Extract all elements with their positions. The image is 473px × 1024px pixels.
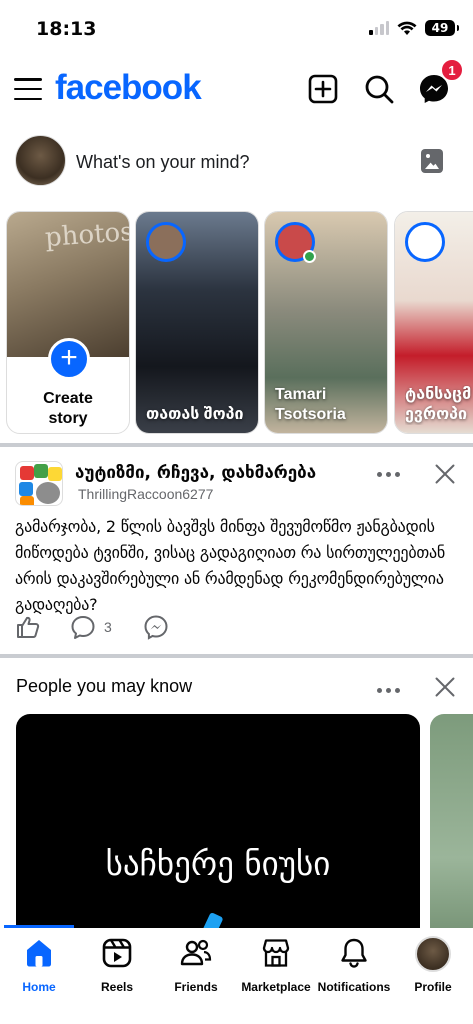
stories-tray: photos + Create story თათას შოპი Tamari …	[0, 211, 473, 435]
battery-level: 49	[431, 21, 449, 35]
suggestion-card[interactable]: საჩხერე ნიუსი	[16, 714, 420, 930]
bottom-tab-bar: Home Reels Friends Marketplace Notificat…	[0, 928, 473, 1024]
like-icon	[17, 616, 40, 638]
reels-icon	[102, 938, 132, 968]
create-story-photo: photos	[7, 212, 129, 357]
messenger-badge: 1	[440, 58, 464, 82]
close-icon[interactable]	[434, 676, 456, 698]
tab-label: Profile	[414, 980, 452, 994]
story-card[interactable]: ტანსაცმ ევროპი	[394, 211, 473, 434]
battery-indicator: 49	[425, 20, 459, 36]
top-nav: facebook	[0, 62, 473, 118]
messenger-share-icon	[144, 615, 168, 640]
online-status-icon	[303, 250, 316, 263]
comment-count: 3	[104, 619, 112, 635]
create-story-label: Create story	[43, 390, 93, 427]
story-name: თათას შოპი	[146, 406, 244, 423]
create-button[interactable]	[306, 72, 340, 106]
plus-icon[interactable]: +	[48, 338, 90, 380]
story-name: Tamari Tsotsoria	[275, 386, 346, 423]
bell-icon	[341, 938, 367, 968]
send-button[interactable]	[143, 613, 169, 641]
tab-profile[interactable]: Profile	[386, 936, 473, 1006]
composer-input[interactable]: What's on your mind?	[76, 152, 250, 173]
post-author[interactable]: ThrillingRaccoon6277	[78, 486, 213, 502]
status-time: 18:13	[36, 18, 97, 40]
friends-icon	[180, 939, 212, 966]
home-icon	[27, 940, 51, 967]
photo-icon[interactable]	[421, 149, 443, 173]
feed-post: აუტიზმი, რჩევა, დახმარება ThrillingRacco…	[0, 449, 473, 654]
story-card[interactable]: თათას შოპი	[135, 211, 259, 434]
more-options-icon[interactable]	[373, 680, 403, 700]
story-avatar	[146, 222, 186, 262]
profile-avatar	[415, 936, 451, 972]
feed-divider	[0, 654, 473, 658]
story-avatar	[405, 222, 445, 262]
status-icons: 49	[369, 20, 459, 36]
post-composer[interactable]: What's on your mind?	[0, 132, 473, 192]
story-name: ტანსაცმ ევროპი	[405, 386, 472, 423]
avatar[interactable]	[15, 135, 66, 186]
status-bar: 18:13 49	[0, 0, 473, 56]
like-button[interactable]	[15, 613, 41, 641]
group-avatar[interactable]	[15, 461, 63, 506]
people-you-may-know: People you may know საჩხერე ნიუსი	[0, 670, 473, 930]
post-text: გამარჯობა, 2 წლის ბავშვს მინფა შევუმოწმო…	[15, 517, 446, 614]
section-title: People you may know	[16, 676, 193, 696]
feed-divider	[0, 443, 473, 447]
post-actions: 3	[15, 613, 315, 643]
photo-caption: photos	[44, 216, 130, 254]
comment-button[interactable]: 3	[70, 613, 112, 641]
more-options-icon[interactable]	[373, 464, 403, 484]
search-icon	[365, 75, 394, 104]
search-button[interactable]	[362, 72, 396, 106]
suggestion-card[interactable]	[430, 714, 473, 930]
story-card[interactable]: Tamari Tsotsoria	[264, 211, 388, 434]
marketplace-icon	[262, 939, 290, 967]
facebook-logo[interactable]: facebook	[55, 68, 202, 108]
menu-icon[interactable]	[14, 76, 42, 102]
create-icon	[308, 74, 338, 104]
cellular-signal-icon	[369, 21, 389, 35]
suggestion-card-text: საჩხერე ნიუსი	[105, 844, 331, 883]
post-group-name[interactable]: აუტიზმი, რჩევა, დახმარება	[75, 463, 316, 483]
create-story-card[interactable]: photos + Create story	[6, 211, 130, 434]
comment-icon	[71, 616, 95, 639]
wifi-icon	[397, 21, 417, 35]
close-icon[interactable]	[434, 463, 456, 485]
